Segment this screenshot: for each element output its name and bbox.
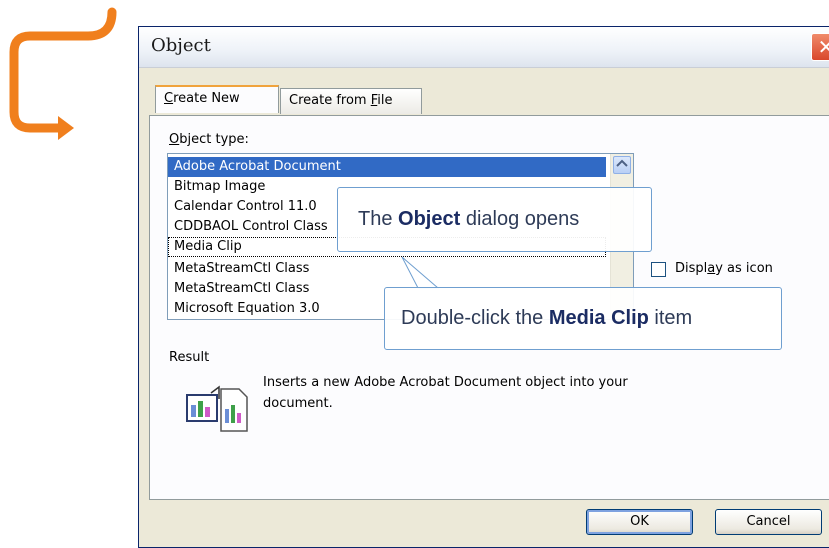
cancel-button[interactable]: Cancel — [715, 509, 822, 535]
tab-label-suffix: reate New — [173, 91, 240, 106]
list-item[interactable]: Adobe Acrobat Document — [168, 157, 606, 177]
tab-create-new[interactable]: Create New — [155, 85, 279, 113]
scroll-up-button[interactable] — [613, 156, 631, 174]
callout-text: Double-click the — [401, 307, 549, 329]
tab-label-prefix: Create from — [289, 93, 371, 108]
callout-bold-text: Media Clip — [548, 307, 649, 329]
tab-label-suffix: ile — [377, 93, 393, 108]
callout-text: The — [358, 208, 399, 230]
display-as-icon-label: Display as icon — [675, 261, 773, 276]
title-bar: Object ✕ — [139, 27, 829, 68]
tab-create-from-file[interactable]: Create from File — [280, 88, 422, 114]
object-type-label-accel: O — [169, 132, 180, 147]
callout-dialog-opens: The Object dialog opens — [337, 187, 652, 252]
result-description: Inserts a new Adobe Acrobat Document obj… — [263, 375, 628, 411]
dialog-title: Object — [151, 35, 211, 56]
document-insert-icon — [186, 385, 248, 432]
object-type-label-rest: bject type: — [179, 132, 249, 147]
callout-pointer — [401, 256, 440, 289]
object-type-label: Object type: — [169, 132, 249, 147]
checkbox-box[interactable] — [651, 262, 666, 277]
close-icon: ✕ — [817, 35, 829, 59]
callout-text: dialog opens — [460, 208, 580, 230]
tab-label-accel: C — [164, 91, 174, 106]
callout-double-click: Double-click the Media Clip item — [384, 287, 782, 350]
close-button[interactable]: ✕ — [811, 33, 829, 61]
checkbox-label-suffix: y as icon — [715, 261, 773, 276]
curved-arrow-icon — [9, 7, 117, 140]
callout-bold-text: Object — [398, 208, 461, 230]
ok-button[interactable]: OK — [586, 509, 693, 535]
checkbox-label-prefix: Displ — [675, 261, 708, 276]
result-label: Result — [169, 350, 210, 365]
callout-text: item — [648, 307, 693, 329]
scroll-up-arrow-icon — [616, 159, 628, 167]
